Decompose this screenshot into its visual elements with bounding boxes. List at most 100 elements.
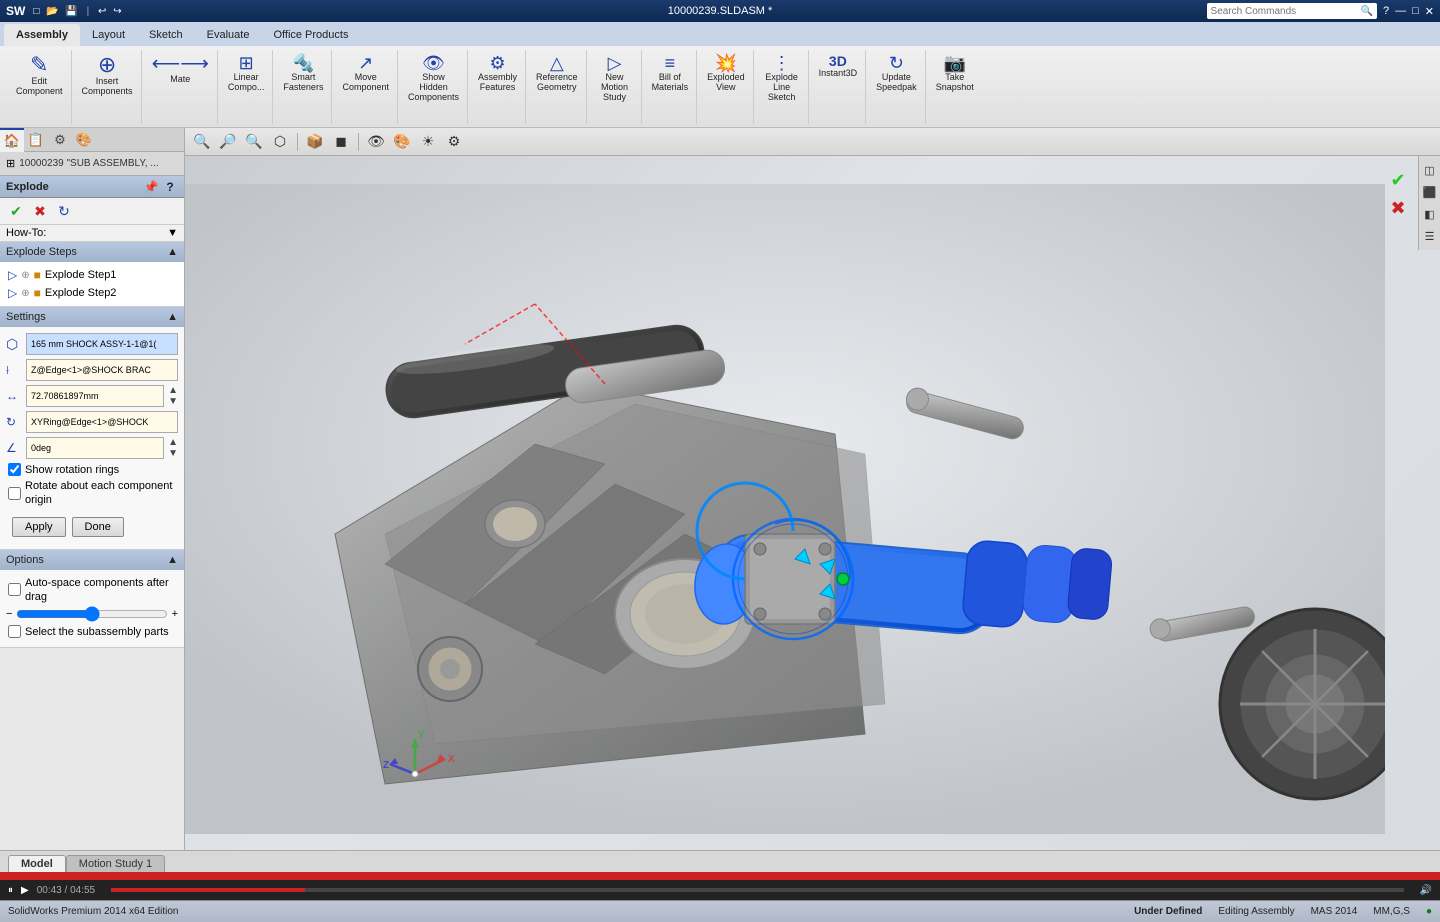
edit-component-label: EditComponent: [16, 76, 63, 96]
undo-btn[interactable]: ↩: [98, 6, 106, 17]
maximize-btn[interactable]: □: [1412, 5, 1419, 17]
zoom-in-btn[interactable]: 🔎: [217, 131, 239, 153]
model-tabs: Model Motion Study 1: [0, 850, 1440, 872]
section-help-btn[interactable]: ?: [162, 179, 178, 195]
panel-tab-feature-manager[interactable]: 🏠: [0, 128, 24, 152]
edit-component-btn[interactable]: ✎ EditComponent: [12, 52, 67, 98]
tab-evaluate[interactable]: Evaluate: [195, 24, 262, 46]
lighting-btn[interactable]: ☀: [417, 131, 439, 153]
redo-btn[interactable]: ↪: [113, 6, 121, 17]
explode-options-btn[interactable]: ↻: [54, 201, 74, 221]
spacing-slider[interactable]: [16, 607, 167, 621]
mate-btn[interactable]: ⟵⟶ Mate: [148, 52, 213, 86]
view-settings-btn[interactable]: ⚙: [443, 131, 465, 153]
bom-btn[interactable]: ≡ Bill ofMaterials: [648, 52, 693, 94]
save-btn[interactable]: 💾: [65, 6, 77, 17]
tab-sketch[interactable]: Sketch: [137, 24, 195, 46]
assembly-features-btn[interactable]: ⚙ AssemblyFeatures: [474, 52, 521, 94]
rp-btn2[interactable]: ⬛: [1420, 182, 1440, 202]
search-input[interactable]: [1211, 4, 1361, 18]
panel-tab-configuration[interactable]: ⚙: [48, 128, 72, 152]
settings-collapse-icon[interactable]: ▲: [167, 311, 178, 323]
exploded-view-btn[interactable]: 💥 ExplodedView: [703, 52, 749, 94]
take-snapshot-btn[interactable]: 📷 TakeSnapshot: [932, 52, 978, 94]
show-rotation-rings-checkbox[interactable]: [8, 463, 21, 476]
step-item-1[interactable]: ▷ ⊕ ■ Explode Step1: [4, 266, 180, 284]
rp-btn1[interactable]: ◫: [1420, 160, 1440, 180]
options-title: Options: [6, 554, 44, 566]
cancel-btn[interactable]: ✖: [30, 201, 50, 221]
view-toolbar: 🔍 🔎 🔎 ⬡ 📦 ◼ 👁 🎨 ☀ ⚙: [185, 128, 1440, 156]
tab-assembly[interactable]: Assembly: [4, 24, 80, 46]
motion-label: NewMotionStudy: [601, 72, 628, 102]
step-item-2[interactable]: ▷ ⊕ ■ Explode Step2: [4, 284, 180, 302]
options-collapse-icon[interactable]: ▲: [167, 554, 178, 566]
model-area[interactable]: X Y Z: [185, 156, 1440, 850]
tab-model[interactable]: Model: [8, 855, 66, 872]
howto-header[interactable]: How-To: ▼: [0, 225, 184, 241]
section-view-btn[interactable]: ⬡: [269, 131, 291, 153]
update-speedpak-btn[interactable]: ↻ UpdateSpeedpak: [872, 52, 921, 94]
settings-header: Settings ▲: [0, 307, 184, 327]
distance-input[interactable]: [26, 385, 164, 407]
rp-btn3[interactable]: ◧: [1420, 204, 1440, 224]
done-button[interactable]: Done: [72, 517, 124, 537]
close-btn[interactable]: ✕: [1425, 5, 1434, 18]
angle-up-btn[interactable]: ▲: [168, 437, 178, 448]
viewport-cancel-btn[interactable]: ✖: [1386, 196, 1410, 220]
insert-components-btn[interactable]: ⊕ InsertComponents: [78, 52, 137, 98]
status-format: MM,G,S: [1373, 906, 1410, 917]
play-btn[interactable]: ▶: [21, 885, 29, 896]
auto-space-row: Auto-space components after drag: [6, 576, 178, 605]
timeline-scrubber[interactable]: [111, 888, 1403, 892]
confirm-btn[interactable]: ✔: [6, 201, 26, 221]
new-btn[interactable]: □: [33, 6, 39, 17]
tab-office-products[interactable]: Office Products: [261, 24, 360, 46]
group-bom: ≡ Bill ofMaterials: [644, 50, 698, 124]
step2-expand-icon: ▷: [8, 286, 17, 300]
distance-icon: ↔: [6, 389, 22, 403]
panel-tab-display[interactable]: 🎨: [72, 128, 96, 152]
viewport-confirm-btn[interactable]: ✔: [1386, 168, 1410, 192]
zoom-to-fit-btn[interactable]: 🔍: [191, 131, 213, 153]
new-motion-btn[interactable]: ▷ NewMotionStudy: [593, 52, 637, 104]
move-component-btn[interactable]: ↗ MoveComponent: [338, 52, 393, 94]
select-subassembly-checkbox[interactable]: [8, 625, 21, 638]
exploded-view-label: ExplodedView: [707, 72, 745, 92]
step2-add-icon: ⊕: [21, 288, 29, 299]
appearance-btn[interactable]: 🎨: [391, 131, 413, 153]
section-pin-btn[interactable]: 📌: [143, 179, 159, 195]
distance-down-btn[interactable]: ▼: [168, 396, 178, 407]
pause-btn[interactable]: ⏸: [8, 885, 13, 896]
instant3d-btn[interactable]: 3D Instant3D: [815, 52, 862, 80]
tab-motion-study[interactable]: Motion Study 1: [66, 855, 165, 872]
zoom-out-btn[interactable]: 🔎: [243, 131, 265, 153]
show-hidden-btn[interactable]: 👁 ShowHiddenComponents: [404, 52, 463, 104]
title-left: SW □ 📂 💾 | ↩ ↪: [6, 4, 124, 18]
rp-btn4[interactable]: ☰: [1420, 226, 1440, 246]
panel-tab-property-manager[interactable]: 📋: [24, 128, 48, 152]
ref-geometry-btn[interactable]: △ ReferenceGeometry: [532, 52, 582, 94]
angle-ref-input[interactable]: [26, 411, 178, 433]
linear-pattern-btn[interactable]: ⊞ LinearCompo...: [224, 52, 269, 94]
open-btn[interactable]: 📂: [46, 6, 58, 17]
viewport[interactable]: 🔍 🔎 🔎 ⬡ 📦 ◼ 👁 🎨 ☀ ⚙: [185, 128, 1440, 850]
help-btn[interactable]: ?: [1383, 5, 1389, 17]
edge-input[interactable]: [26, 359, 178, 381]
steps-collapse-icon[interactable]: ▲: [167, 246, 178, 258]
angle-down-btn[interactable]: ▼: [168, 448, 178, 459]
smart-fasteners-btn[interactable]: 🔩 SmartFasteners: [279, 52, 327, 94]
distance-up-btn[interactable]: ▲: [168, 385, 178, 396]
apply-button[interactable]: Apply: [12, 517, 66, 537]
view-orient-btn[interactable]: 📦: [304, 131, 326, 153]
angle-input[interactable]: [26, 437, 164, 459]
auto-space-checkbox[interactable]: [8, 583, 21, 596]
component-input[interactable]: [26, 333, 178, 355]
tab-layout[interactable]: Layout: [80, 24, 137, 46]
hide-show-btn[interactable]: 👁: [365, 131, 387, 153]
display-style-btn[interactable]: ◼: [330, 131, 352, 153]
volume-icon[interactable]: 🔊: [1420, 885, 1432, 896]
rotate-about-checkbox[interactable]: [8, 487, 21, 500]
minimize-btn[interactable]: —: [1395, 5, 1406, 17]
explode-line-btn[interactable]: ⋮ ExplodeLineSketch: [760, 52, 804, 104]
